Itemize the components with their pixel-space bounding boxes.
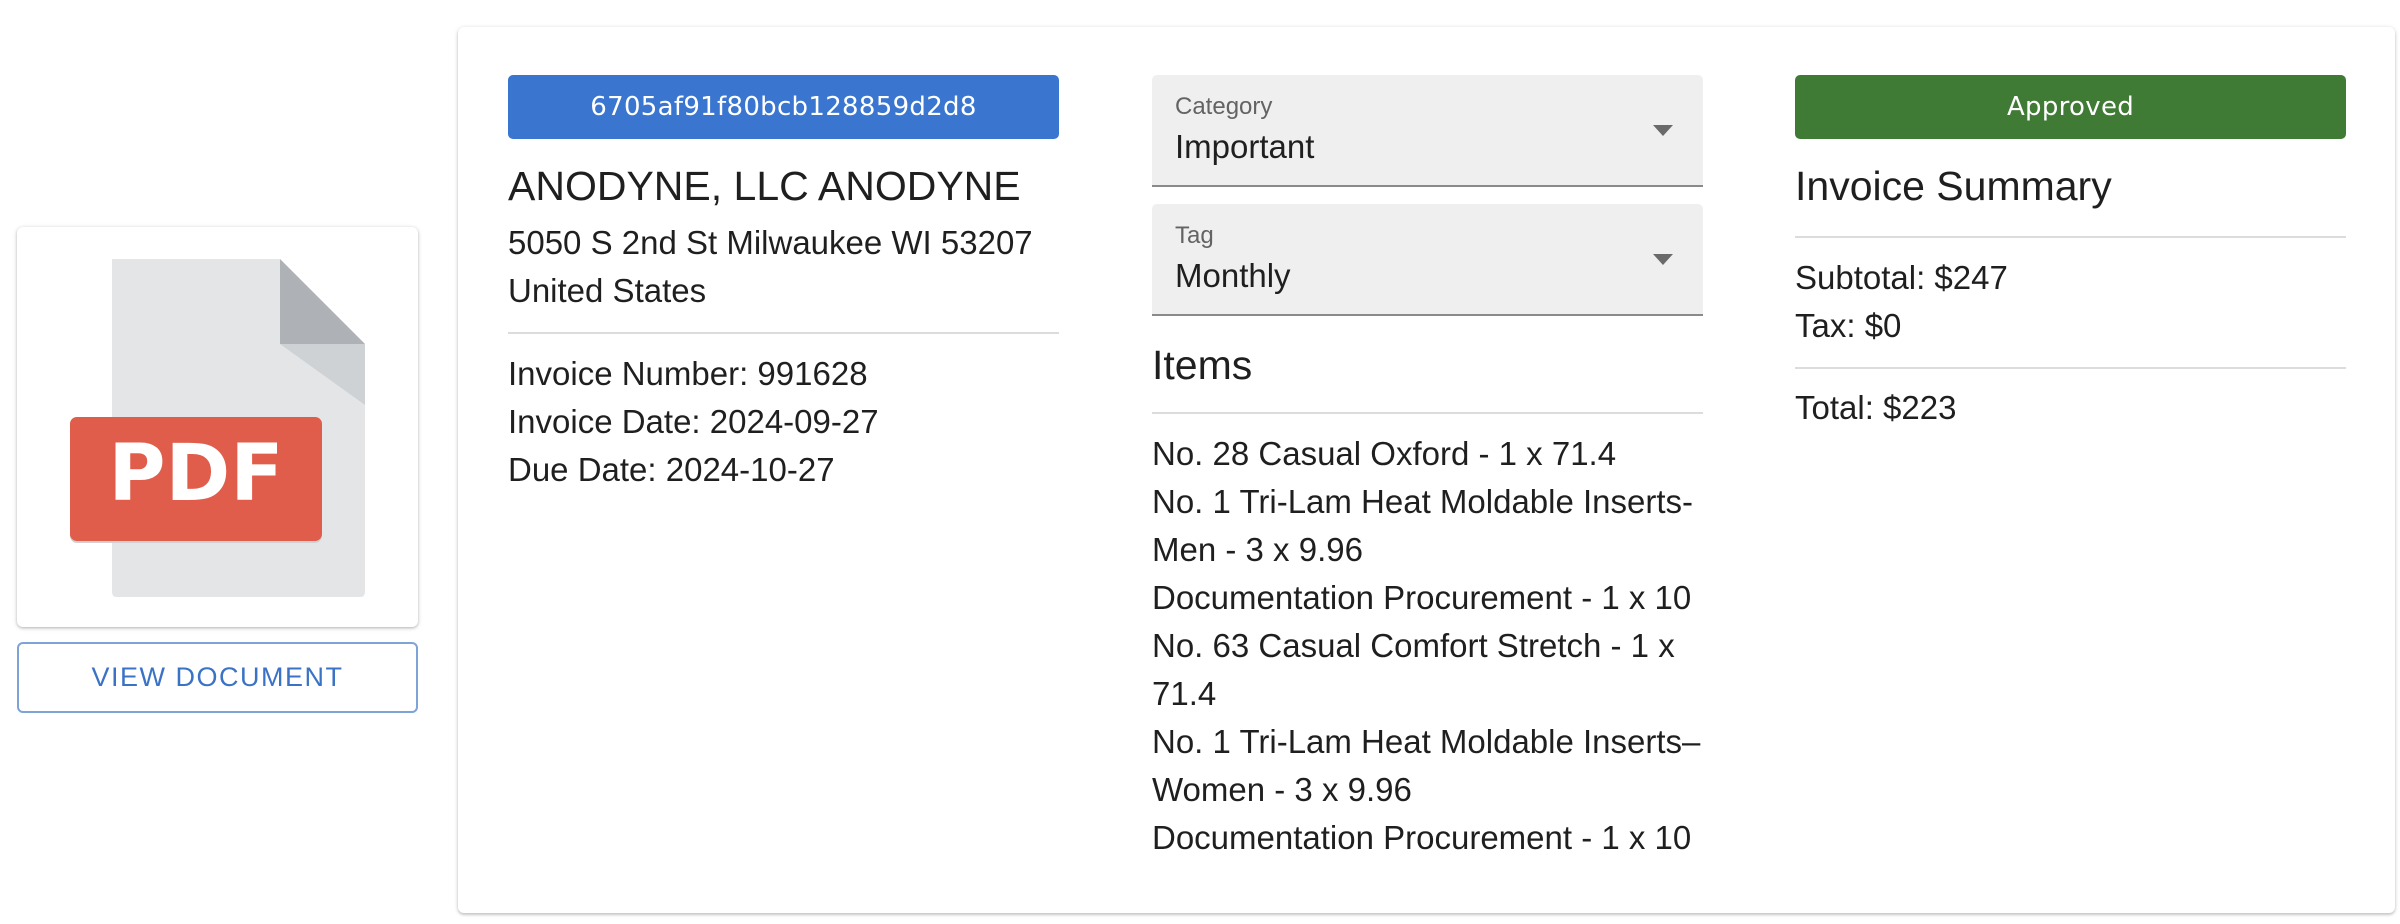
chevron-down-icon [1653,254,1673,265]
invoice-view: PDF VIEW DOCUMENT 6705af91f80bcb128859d2… [0,0,2400,924]
vendor-address-line2: United States [508,272,707,309]
pdf-file-icon: PDF [70,259,365,597]
items-title: Items [1152,342,1253,388]
summary-subtotal: Subtotal: $247 [1795,259,2008,296]
chevron-down-icon [1653,125,1673,136]
list-item: No. 28 Casual Oxford - 1 x 71.4 [1152,435,1617,472]
items-list: No. 28 Casual Oxford - 1 x 71.4 No. 1 Tr… [1152,430,1712,862]
divider [1795,236,2346,238]
pdf-badge-label: PDF [108,429,283,519]
document-preview-card[interactable]: PDF [17,227,418,627]
tag-label: Tag [1175,222,1214,249]
divider [508,332,1059,334]
invoice-number: Invoice Number: 991628 [508,355,868,392]
list-item: No. 1 Tri-Lam Heat Moldable Inserts- [1152,483,1694,520]
list-item: Documentation Procurement - 1 x 10 [1152,579,1692,616]
invoice-summary-title: Invoice Summary [1795,163,2112,209]
invoice-date: Invoice Date: 2024-09-27 [508,403,879,440]
divider [1795,367,2346,369]
view-document-button[interactable]: VIEW DOCUMENT [17,642,418,713]
tag-value: Monthly [1175,257,1291,294]
list-item: No. 63 Casual Comfort Stretch - 1 x [1152,627,1675,664]
category-value: Important [1175,128,1315,165]
list-item: 71.4 [1152,675,1217,712]
summary-total: Total: $223 [1795,389,1957,426]
status-badge: Approved [1795,75,2346,139]
list-item: Men - 3 x 9.96 [1152,531,1363,568]
tag-select[interactable]: Tag Monthly [1152,204,1703,316]
list-item: No. 1 Tri-Lam Heat Moldable Inserts– [1152,723,1701,760]
category-select[interactable]: Category Important [1152,75,1703,187]
list-item: Women - 3 x 9.96 [1152,771,1412,808]
category-label: Category [1175,93,1273,120]
vendor-name: ANODYNE, LLC ANODYNE [508,163,1021,209]
list-item: Documentation Procurement - 1 x 10 [1152,819,1692,856]
invoice-id-chip: 6705af91f80bcb128859d2d8 [508,75,1059,139]
due-date: Due Date: 2024-10-27 [508,451,835,488]
vendor-address-line1: 5050 S 2nd St Milwaukee WI 53207 [508,224,1033,261]
divider [1152,412,1703,414]
summary-tax: Tax: $0 [1795,307,1902,344]
